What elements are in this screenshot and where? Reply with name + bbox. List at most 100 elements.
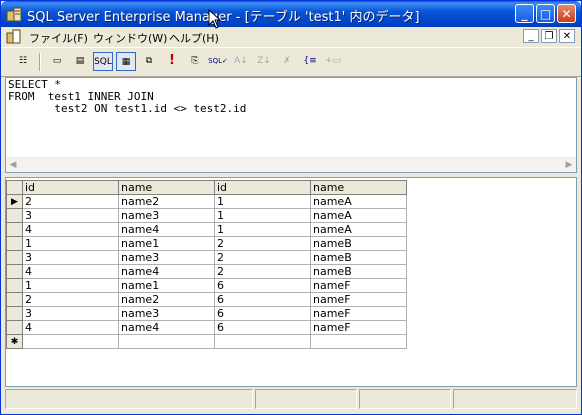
new-row[interactable]: ✱ — [6, 334, 407, 349]
row-selector[interactable] — [6, 264, 23, 279]
properties-icon[interactable]: ☷ — [13, 52, 33, 71]
table-row[interactable]: 3 name3 2 nameB — [6, 250, 407, 265]
menu-file[interactable]: ファイル(F) — [29, 30, 88, 46]
menu-window[interactable]: ウィンドウ(W) — [93, 30, 167, 46]
column-header[interactable]: id — [22, 180, 119, 195]
title-bar[interactable]: SQL Server Enterprise Manager - [テーブル 't… — [1, 1, 581, 27]
table-row[interactable]: 4 name4 1 nameA — [6, 222, 407, 237]
table-cell[interactable]: name1 — [118, 278, 215, 293]
table-cell[interactable]: 1 — [214, 208, 311, 223]
table-cell[interactable] — [22, 334, 119, 349]
table-cell[interactable]: nameF — [310, 320, 407, 335]
results-grid-pane[interactable]: id name id name ▶ 2 name2 1 nameA 3 name3 1 name… — [5, 177, 577, 387]
row-selector[interactable] — [6, 278, 23, 293]
table-cell[interactable]: 3 — [22, 250, 119, 265]
table-cell[interactable] — [310, 334, 407, 349]
run-icon[interactable]: ! — [162, 52, 182, 71]
maximize-button[interactable]: □ — [536, 4, 555, 23]
sql-horizontal-scrollbar[interactable]: ◀ ▶ — [6, 157, 576, 172]
remove-filter-icon[interactable]: ✗ — [277, 52, 297, 71]
table-cell[interactable]: 1 — [214, 222, 311, 237]
document-window-icon[interactable] — [6, 29, 21, 44]
table-cell[interactable]: name1 — [118, 236, 215, 251]
cancel-icon[interactable]: ⎘ — [185, 52, 205, 71]
scroll-right-icon[interactable]: ▶ — [562, 159, 576, 171]
table-cell[interactable]: nameF — [310, 306, 407, 321]
sql-editor[interactable]: SELECT * FROM test1 INNER JOIN test2 ON … — [8, 79, 246, 115]
row-selector[interactable] — [6, 320, 23, 335]
sort-ascending-icon[interactable]: A↓ — [231, 52, 251, 71]
table-cell[interactable] — [118, 334, 215, 349]
table-cell[interactable]: 1 — [22, 278, 119, 293]
table-cell[interactable]: nameF — [310, 278, 407, 293]
sql-pane[interactable]: SELECT * FROM test1 INNER JOIN test2 ON … — [5, 77, 577, 173]
mdi-minimize-button[interactable]: _ — [523, 29, 539, 43]
table-cell[interactable]: 6 — [214, 320, 311, 335]
new-row-marker[interactable]: ✱ — [6, 334, 23, 349]
results-pane-icon[interactable]: ▦ — [116, 52, 136, 71]
diagram-pane-icon[interactable]: ▭ — [47, 52, 67, 71]
table-row[interactable]: 3 name3 6 nameF — [6, 306, 407, 321]
grid-pane-icon[interactable]: ▤ — [70, 52, 90, 71]
mdi-restore-button[interactable]: ❐ — [541, 29, 557, 43]
table-cell[interactable]: nameA — [310, 194, 407, 209]
minimize-button[interactable]: _ — [515, 4, 534, 23]
verify-sql-icon[interactable]: SQL✓ — [208, 52, 228, 71]
table-cell[interactable]: 4 — [22, 264, 119, 279]
table-cell[interactable] — [214, 334, 311, 349]
close-button[interactable]: ✕ — [557, 4, 576, 23]
table-cell[interactable]: 1 — [22, 236, 119, 251]
table-cell[interactable]: nameF — [310, 292, 407, 307]
table-cell[interactable]: 4 — [22, 222, 119, 237]
current-row-indicator[interactable]: ▶ — [6, 194, 23, 209]
change-type-icon[interactable]: ⧉ — [139, 52, 159, 71]
row-selector[interactable] — [6, 292, 23, 307]
table-cell[interactable]: 6 — [214, 278, 311, 293]
table-cell[interactable]: 2 — [22, 292, 119, 307]
column-header[interactable]: name — [310, 180, 407, 195]
add-table-icon[interactable]: +▭ — [323, 52, 343, 71]
table-cell[interactable]: 2 — [214, 236, 311, 251]
group-by-icon[interactable]: {≡ — [300, 52, 320, 71]
table-cell[interactable]: nameB — [310, 264, 407, 279]
table-row[interactable]: ▶ 2 name2 1 nameA — [6, 194, 407, 209]
table-cell[interactable]: 2 — [22, 194, 119, 209]
results-grid[interactable]: id name id name ▶ 2 name2 1 nameA 3 name3 1 name… — [6, 180, 407, 349]
mdi-close-button[interactable]: ✕ — [559, 29, 575, 43]
table-cell[interactable]: nameB — [310, 250, 407, 265]
row-selector[interactable] — [6, 250, 23, 265]
table-cell[interactable]: name4 — [118, 264, 215, 279]
table-cell[interactable]: 3 — [22, 306, 119, 321]
table-cell[interactable]: name2 — [118, 194, 215, 209]
table-cell[interactable]: nameA — [310, 222, 407, 237]
table-cell[interactable]: 2 — [214, 250, 311, 265]
row-selector[interactable] — [6, 236, 23, 251]
sql-pane-icon[interactable]: SQL — [93, 52, 113, 71]
table-cell[interactable]: name4 — [118, 320, 215, 335]
table-row[interactable]: 4 name4 2 nameB — [6, 264, 407, 279]
row-selector[interactable] — [6, 306, 23, 321]
table-row[interactable]: 3 name3 1 nameA — [6, 208, 407, 223]
column-header[interactable]: id — [214, 180, 311, 195]
table-row[interactable]: 4 name4 6 nameF — [6, 320, 407, 335]
table-cell[interactable]: name3 — [118, 250, 215, 265]
row-selector[interactable] — [6, 208, 23, 223]
row-selector[interactable] — [6, 222, 23, 237]
table-row[interactable]: 1 name1 6 nameF — [6, 278, 407, 293]
column-header[interactable]: name — [118, 180, 215, 195]
scroll-left-icon[interactable]: ◀ — [6, 159, 20, 171]
table-cell[interactable]: name2 — [118, 292, 215, 307]
table-cell[interactable]: 1 — [214, 194, 311, 209]
table-row[interactable]: 2 name2 6 nameF — [6, 292, 407, 307]
table-cell[interactable]: name3 — [118, 208, 215, 223]
table-row[interactable]: 1 name1 2 nameB — [6, 236, 407, 251]
table-cell[interactable]: name3 — [118, 306, 215, 321]
table-cell[interactable]: nameA — [310, 208, 407, 223]
table-cell[interactable]: 6 — [214, 292, 311, 307]
sort-descending-icon[interactable]: Z↓ — [254, 52, 274, 71]
table-cell[interactable]: name4 — [118, 222, 215, 237]
table-cell[interactable]: nameB — [310, 236, 407, 251]
row-selector-header[interactable] — [6, 180, 23, 195]
table-cell[interactable]: 4 — [22, 320, 119, 335]
table-cell[interactable]: 2 — [214, 264, 311, 279]
